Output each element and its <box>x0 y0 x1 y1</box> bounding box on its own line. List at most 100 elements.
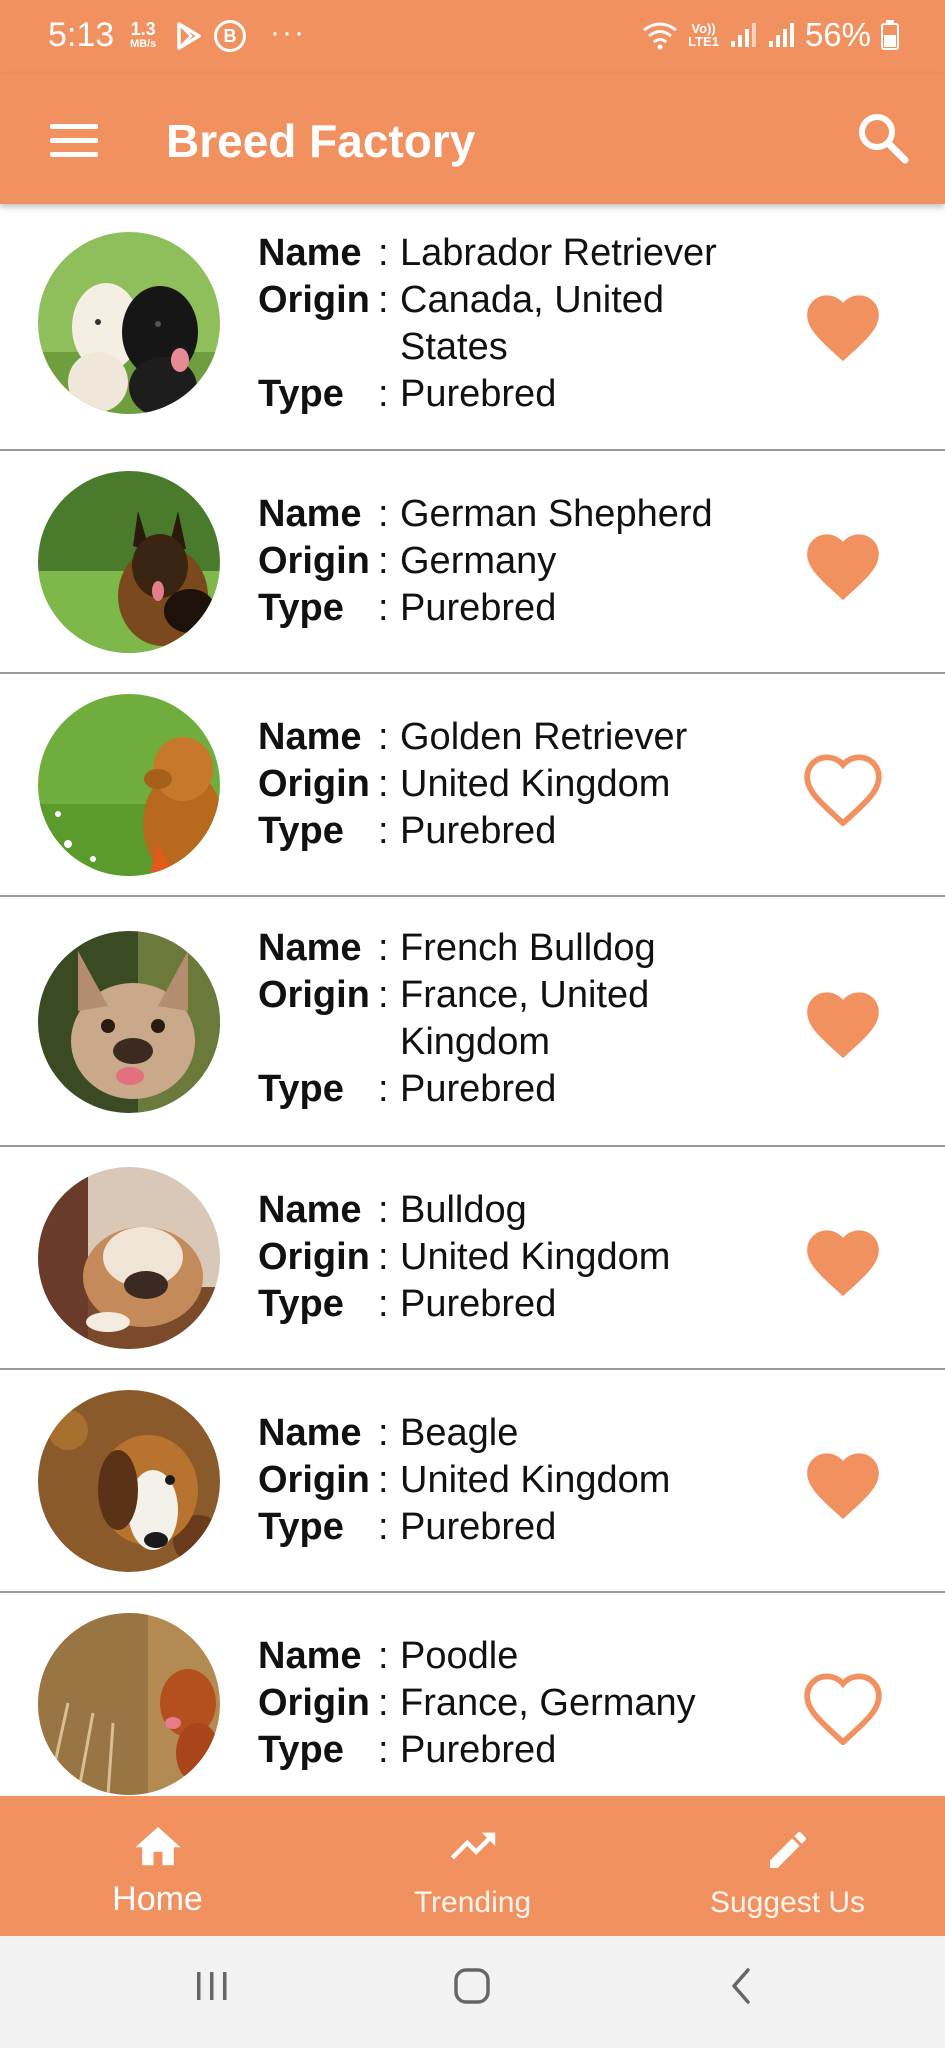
network-speed-value: 1.3 <box>130 19 156 39</box>
type-label: Type <box>258 810 344 852</box>
heart-filled-icon[interactable] <box>800 1442 886 1522</box>
name-label: Name <box>258 1412 362 1454</box>
origin-label: Origin <box>258 763 370 805</box>
name-label: Name <box>258 716 362 758</box>
colon: : <box>378 587 389 629</box>
trending-up-icon <box>450 1832 495 1860</box>
breed-avatar <box>38 1167 220 1349</box>
breed-info: Name: Golden Retriever Origin: United King… <box>258 714 730 855</box>
breed-card[interactable]: Name: German Shepherd Origin: Germany Type… <box>0 451 945 674</box>
nav-suggest[interactable]: Suggest Us <box>630 1796 945 1936</box>
breed-type: Purebred <box>400 1506 557 1548</box>
breed-name: Bulldog <box>400 1189 527 1231</box>
name-label: Name <box>258 232 362 274</box>
nav-trending[interactable]: Trending <box>315 1796 630 1936</box>
pencil-icon <box>769 1831 806 1868</box>
b-notification-icon: B <box>214 20 246 52</box>
colon: : <box>378 1068 389 1110</box>
app-bar: Breed Factory <box>0 74 945 204</box>
bottom-navigation: Home Trending Suggest Us <box>0 1796 945 1936</box>
breed-origin: Germany <box>400 540 557 582</box>
breed-info: Name: French Bulldog Origin: France, Unite… <box>258 925 730 1113</box>
breed-type: Purebred <box>400 373 557 415</box>
breed-avatar <box>38 931 220 1113</box>
origin-label: Origin <box>258 279 370 321</box>
origin-label: Origin <box>258 974 370 1016</box>
type-label: Type <box>258 1068 344 1110</box>
breed-name: Poodle <box>400 1635 519 1677</box>
breed-list[interactable]: Name: Labrador Retriever Origin: Canada, U… <box>0 204 945 1796</box>
battery-icon <box>881 20 899 50</box>
breed-avatar <box>38 694 220 876</box>
name-label: Name <box>258 493 362 535</box>
nav-home[interactable]: Home <box>0 1796 315 1936</box>
heart-filled-icon[interactable] <box>800 284 886 364</box>
nav-trending-label: Trending <box>413 1886 532 1919</box>
colon: : <box>378 974 389 1016</box>
play-store-icon <box>177 22 201 50</box>
hamburger-menu-icon[interactable] <box>50 124 98 157</box>
breed-type: Purebred <box>400 587 557 629</box>
name-label: Name <box>258 1635 362 1677</box>
breed-info: Name: Labrador Retriever Origin: Canada, U… <box>258 230 730 418</box>
signal-icon-2 <box>768 23 794 47</box>
breed-card[interactable]: Name: Poodle Origin: France, Germany Type:… <box>0 1593 945 1796</box>
colon: : <box>378 1236 389 1278</box>
heart-outline-icon[interactable] <box>800 746 886 826</box>
heart-filled-icon[interactable] <box>800 1219 886 1299</box>
type-label: Type <box>258 1729 344 1771</box>
origin-label: Origin <box>258 1459 370 1501</box>
colon: : <box>378 810 389 852</box>
network-speed-unit: MB/s <box>130 38 157 50</box>
status-right: Vo)) LTE1 56% <box>642 16 899 54</box>
breed-name: Labrador Retriever <box>400 232 717 274</box>
home-button-icon[interactable] <box>452 1966 492 2006</box>
breed-card[interactable]: Name: Beagle Origin: United Kingdom Type: P… <box>0 1370 945 1593</box>
colon: : <box>378 716 389 758</box>
origin-label: Origin <box>258 540 370 582</box>
colon: : <box>378 1729 389 1771</box>
breed-card[interactable]: Name: Labrador Retriever Origin: Canada, U… <box>0 204 945 451</box>
volte-indicator: Vo)) LTE1 <box>688 22 719 48</box>
breed-origin: France, Germany <box>400 1682 696 1724</box>
nav-suggest-label: Suggest Us <box>709 1886 866 1919</box>
breed-name: Golden Retriever <box>400 716 688 758</box>
breed-origin: Canada, United States <box>400 279 665 368</box>
colon: : <box>378 232 389 274</box>
breed-avatar <box>38 1390 220 1572</box>
back-icon[interactable] <box>724 1966 760 2006</box>
breed-name: French Bulldog <box>400 927 656 969</box>
breed-origin: United Kingdom <box>400 763 671 805</box>
heart-filled-icon[interactable] <box>800 981 886 1061</box>
breed-card[interactable]: Name: Bulldog Origin: United Kingdom Type:… <box>0 1147 945 1370</box>
type-label: Type <box>258 1283 344 1325</box>
breed-origin: United Kingdom <box>400 1459 671 1501</box>
breed-type: Purebred <box>400 810 557 852</box>
breed-name: German Shepherd <box>400 493 713 535</box>
colon: : <box>378 1635 389 1677</box>
colon: : <box>378 373 389 415</box>
colon: : <box>378 493 389 535</box>
colon: : <box>378 1459 389 1501</box>
breed-info: Name: Beagle Origin: United Kingdom Type: P… <box>258 1410 730 1551</box>
origin-label: Origin <box>258 1682 370 1724</box>
colon: : <box>378 1412 389 1454</box>
heart-filled-icon[interactable] <box>800 523 886 603</box>
colon: : <box>378 1283 389 1325</box>
colon: : <box>378 1506 389 1548</box>
type-label: Type <box>258 1506 344 1548</box>
app-title: Breed Factory <box>166 115 476 167</box>
heart-outline-icon[interactable] <box>800 1665 886 1745</box>
colon: : <box>378 279 389 321</box>
colon: : <box>378 1189 389 1231</box>
type-label: Type <box>258 373 344 415</box>
recent-apps-icon[interactable] <box>192 1966 232 2006</box>
breed-type: Purebred <box>400 1068 557 1110</box>
breed-card[interactable]: Name: Golden Retriever Origin: United King… <box>0 674 945 897</box>
search-icon[interactable] <box>853 108 913 168</box>
breed-type: Purebred <box>400 1729 557 1771</box>
breed-origin: France, United Kingdom <box>400 974 650 1063</box>
name-label: Name <box>258 1189 362 1231</box>
breed-card[interactable]: Name: French Bulldog Origin: France, Unite… <box>0 897 945 1147</box>
type-label: Type <box>258 587 344 629</box>
